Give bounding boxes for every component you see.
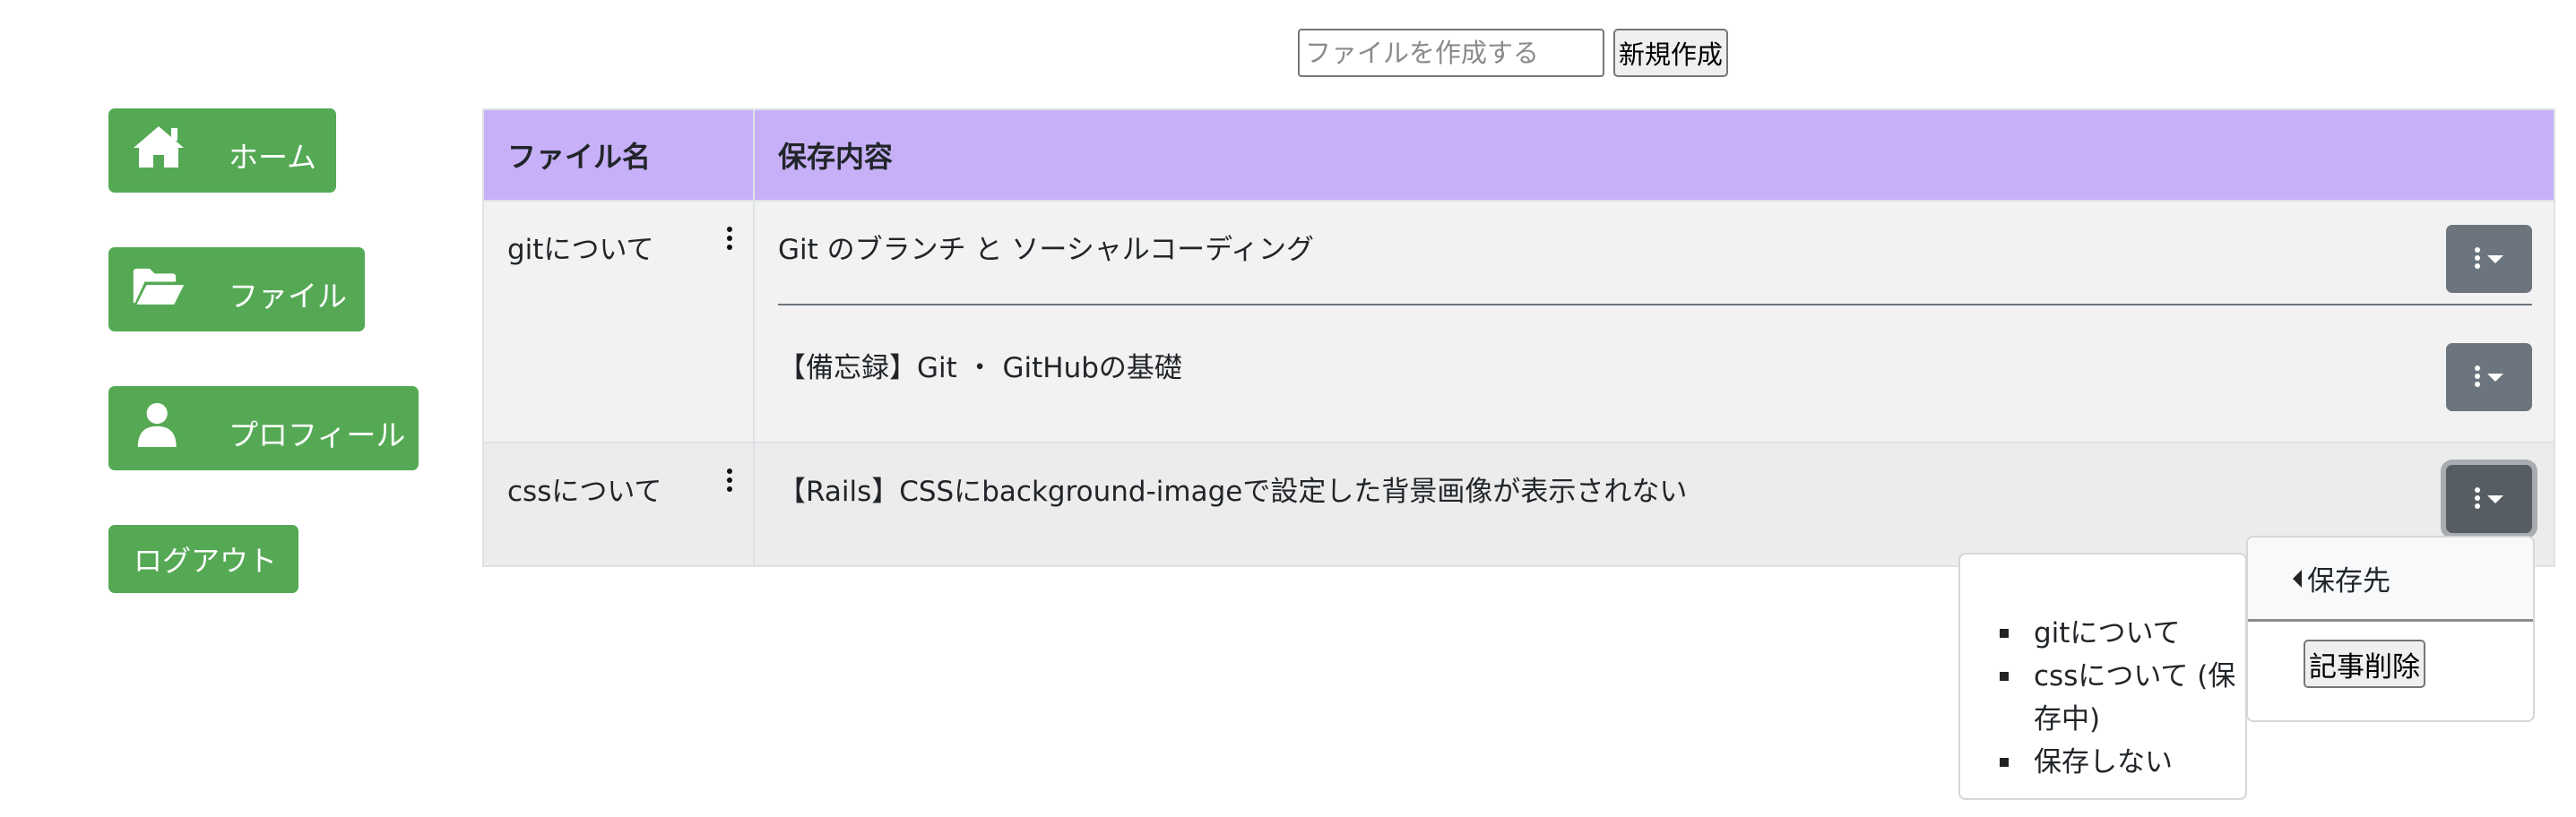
save-to-label: 保存先 — [2307, 565, 2390, 598]
file-name: gitについて — [507, 234, 654, 266]
article-dropdown-menu: 保存先 記事削除 — [2246, 536, 2535, 722]
table-row: gitについて Git のブランチ と ソーシャルコーディング 【備忘録】Git… — [484, 200, 2554, 442]
header-saved-content: 保存内容 — [778, 140, 894, 174]
home-icon — [134, 126, 184, 168]
nav-file-label: ファイル — [229, 279, 347, 314]
user-icon — [137, 402, 177, 447]
kebab-icon[interactable] — [726, 227, 733, 250]
kebab-icon[interactable] — [726, 469, 733, 492]
nav-profile-label: プロフィール — [229, 417, 406, 452]
folder-option-git[interactable]: gitについて — [2000, 612, 2242, 655]
delete-article-button[interactable]: 記事削除 — [2304, 640, 2425, 688]
article-menu-button-open[interactable] — [2446, 465, 2532, 533]
nav-home-label: ホーム — [229, 140, 317, 175]
article-divider — [778, 304, 2532, 305]
nav-profile-button[interactable]: プロフィール — [108, 386, 419, 470]
file-name-cell: cssについて — [484, 443, 755, 565]
kebab-icon — [2475, 365, 2480, 390]
article-link[interactable]: Git のブランチ と ソーシャルコーディング — [778, 227, 1314, 267]
article-link[interactable]: 【Rails】CSSにbackground-imageで設定した背景画像が表示さ… — [778, 469, 1687, 509]
save-to-submenu: gitについて cssについて (保存中) 保存しない — [1958, 553, 2247, 800]
file-table: ファイル名 保存内容 gitについて Git のブランチ と ソーシャルコーディ… — [482, 108, 2555, 567]
file-name-input[interactable] — [1298, 29, 1604, 77]
logout-label: ログアウト — [134, 544, 278, 578]
article-link[interactable]: 【備忘録】Git ・ GitHubの基礎 — [778, 345, 1182, 385]
kebab-icon — [2475, 246, 2480, 271]
caret-down-icon — [2487, 494, 2503, 503]
file-name-cell: gitについて — [484, 202, 755, 442]
caret-down-icon — [2487, 254, 2503, 263]
folder-option-none[interactable]: 保存しない — [2000, 741, 2242, 784]
logout-button[interactable]: ログアウト — [108, 525, 298, 593]
folder-list: gitについて cssについて (保存中) 保存しない — [2000, 612, 2242, 784]
folder-open-icon — [133, 268, 185, 305]
create-file-button[interactable]: 新規作成 — [1613, 29, 1729, 77]
create-file-form: 新規作成 — [1298, 29, 1729, 77]
nav-file-button[interactable]: ファイル — [108, 247, 365, 331]
article-menu-button[interactable] — [2446, 343, 2532, 411]
table-header: ファイル名 保存内容 — [484, 110, 2554, 200]
caret-left-icon — [2293, 569, 2302, 588]
folder-option-css[interactable]: cssについて (保存中) — [2000, 655, 2242, 741]
header-file-name: ファイル名 — [484, 110, 755, 200]
caret-down-icon — [2487, 373, 2503, 382]
table-row: cssについて 【Rails】CSSにbackground-imageで設定した… — [484, 442, 2554, 565]
content-cell: Git のブランチ と ソーシャルコーディング 【備忘録】Git ・ GitHu… — [755, 202, 2554, 442]
nav-home-button[interactable]: ホーム — [108, 108, 336, 193]
kebab-icon — [2475, 486, 2480, 512]
file-name: cssについて — [507, 476, 662, 508]
article-menu-button[interactable] — [2446, 225, 2532, 293]
save-to-menu-item[interactable]: 保存先 — [2248, 538, 2533, 622]
